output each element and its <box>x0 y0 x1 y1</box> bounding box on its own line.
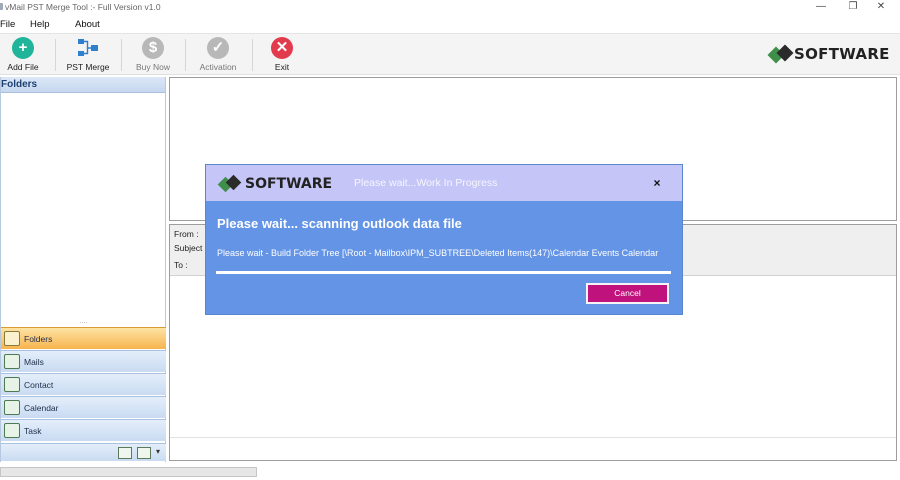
buy-now-button[interactable]: $ Buy Now <box>127 36 179 74</box>
dialog-brand-name: SOFTWARE <box>245 176 333 192</box>
app-icon <box>0 3 3 10</box>
dialog-close-button[interactable]: × <box>650 176 664 190</box>
nav-mails[interactable]: Mails <box>1 350 166 372</box>
title-bar: vMail PST Merge Tool :- Full Version v1.… <box>0 0 900 14</box>
add-file-label: Add File <box>7 62 39 72</box>
maximize-button[interactable]: ❐ <box>838 0 868 14</box>
brand-logo: SOFTWARE <box>766 42 889 68</box>
nav-task[interactable]: Task <box>1 419 166 441</box>
nav-calendar[interactable]: Calendar <box>1 396 166 418</box>
toolbar: + Add File PST Merge $ Buy Now ✓ Activat… <box>0 33 900 75</box>
activation-button[interactable]: ✓ Activation <box>192 36 244 74</box>
dialog-status-text: Please wait - Build Folder Tree [\Root -… <box>217 248 659 258</box>
close-window-button[interactable]: ✕ <box>866 0 896 14</box>
dialog-progress-fill <box>216 271 671 274</box>
task-icon <box>4 423 20 438</box>
minimize-button[interactable]: — <box>806 0 836 14</box>
pst-merge-label: PST Merge <box>66 62 110 72</box>
activation-label: Activation <box>199 62 237 72</box>
dialog-progress-bar <box>216 271 671 274</box>
add-icon: + <box>12 37 34 59</box>
nav-label: Folders <box>24 334 53 344</box>
folder-icon <box>4 331 20 346</box>
cancel-button[interactable]: Cancel <box>586 283 669 304</box>
dialog-header: SOFTWARE Please wait...Work In Progress … <box>206 165 682 201</box>
from-label: From : <box>174 229 199 239</box>
dollar-icon: $ <box>142 37 164 59</box>
nav-folders[interactable]: Folders <box>1 327 166 349</box>
pst-merge-button[interactable]: PST Merge <box>62 36 114 74</box>
merge-icon <box>77 37 99 59</box>
add-file-button[interactable]: + Add File <box>0 36 49 74</box>
toolbar-divider <box>252 39 253 71</box>
dialog-subtitle: Please wait...Work In Progress <box>354 177 498 189</box>
exit-button[interactable]: ✕ Exit <box>256 36 308 74</box>
menu-help[interactable]: Help <box>30 19 50 30</box>
nav-mini-toolbar: ▾ <box>1 443 166 461</box>
menu-file[interactable]: File <box>0 19 15 30</box>
status-progress-bar <box>0 467 257 477</box>
calendar-icon <box>4 400 20 415</box>
nav-label: Mails <box>24 357 44 367</box>
buy-now-label: Buy Now <box>135 62 170 72</box>
brand-name: SOFTWARE <box>794 45 890 63</box>
menu-about[interactable]: About <box>75 19 100 30</box>
to-label: To : <box>174 260 188 270</box>
chevron-down-icon[interactable]: ▾ <box>156 447 160 456</box>
toolbar-divider <box>55 39 56 71</box>
nav-label: Calendar <box>24 403 59 413</box>
toolbar-divider <box>185 39 186 71</box>
left-panel: Folders .... Folders Mails Contact Calen… <box>0 77 166 462</box>
subject-label: Subject : <box>174 243 208 253</box>
progress-dialog: SOFTWARE Please wait...Work In Progress … <box>206 165 682 314</box>
folders-header: Folders <box>1 77 165 93</box>
notes-icon[interactable] <box>118 447 132 459</box>
preview-divider <box>170 437 896 438</box>
window-title: vMail PST Merge Tool :- Full Version v1.… <box>5 2 161 12</box>
exit-label: Exit <box>274 62 290 72</box>
mail-icon <box>4 354 20 369</box>
nav-label: Contact <box>24 380 54 390</box>
check-icon: ✓ <box>207 37 229 59</box>
nav-contact[interactable]: Contact <box>1 373 166 395</box>
exit-icon: ✕ <box>271 37 293 59</box>
nav-label: Task <box>24 426 42 436</box>
menu-bar: File Help About <box>0 15 900 33</box>
contact-icon <box>4 377 20 392</box>
toolbar-divider <box>121 39 122 71</box>
panel-splitter[interactable]: .... <box>1 318 166 327</box>
dialog-brand-logo: SOFTWARE <box>216 173 336 195</box>
dialog-title: Please wait... scanning outlook data fil… <box>217 216 462 231</box>
journal-icon[interactable] <box>137 447 151 459</box>
